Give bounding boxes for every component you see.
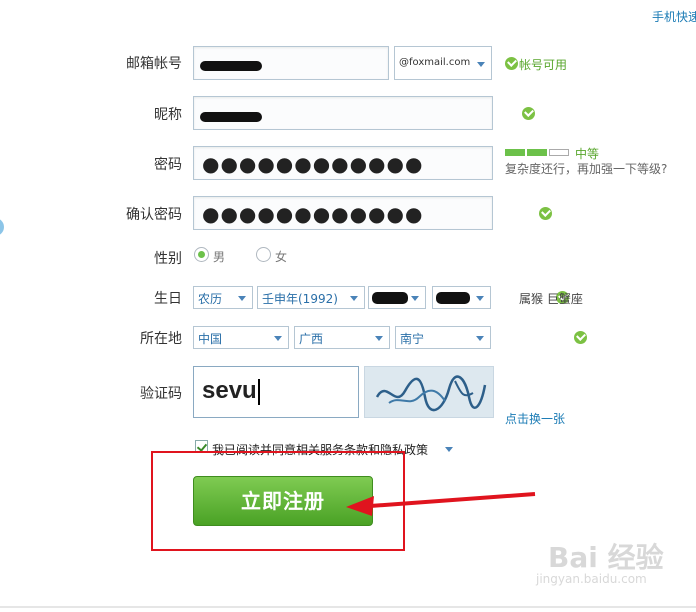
captcha-value: sevu [202, 377, 257, 404]
captcha-input[interactable]: sevu [193, 366, 359, 418]
strength-segment [527, 149, 547, 156]
calendar-type-select[interactable]: 农历 [193, 286, 253, 309]
chevron-down-icon [350, 296, 358, 301]
password-strength-hint: 复杂度还行，再加强一下等级? [505, 162, 668, 176]
birth-month-select[interactable] [368, 286, 426, 309]
redacted-email [200, 61, 262, 71]
captcha-refresh-link[interactable]: 点击换一张 [505, 410, 565, 427]
email-label: 邮箱帐号 [126, 56, 182, 72]
country-value: 中国 [198, 332, 223, 346]
chevron-down-icon[interactable] [445, 447, 453, 452]
nickname-input[interactable] [193, 96, 493, 130]
text-cursor [257, 378, 260, 405]
check-icon [539, 207, 553, 220]
confirm-password-label: 确认密码 [126, 207, 182, 223]
chevron-down-icon [238, 296, 246, 301]
captcha-label: 验证码 [140, 386, 182, 402]
birth-year-value: 壬申年(1992) [262, 292, 338, 306]
captcha-image[interactable] [364, 366, 494, 418]
city-select[interactable]: 南宁 [395, 326, 491, 349]
check-icon [573, 331, 587, 344]
strength-segment [505, 149, 525, 156]
birth-day-select[interactable] [432, 286, 491, 309]
province-value: 广西 [299, 332, 324, 346]
birth-year-select[interactable]: 壬申年(1992) [257, 286, 365, 309]
bottom-divider [0, 606, 696, 608]
check-icon [505, 57, 518, 70]
watermark-url: jingyan.baidu.com [536, 572, 647, 586]
password-strength-meter [505, 149, 569, 156]
calendar-type-value: 农历 [198, 292, 223, 306]
gender-male-label: 男 [213, 250, 226, 264]
email-available-status: 帐号可用 [519, 58, 568, 72]
nickname-label: 昵称 [154, 107, 182, 123]
chevron-down-icon [477, 62, 485, 67]
chevron-down-icon [411, 296, 419, 301]
gender-label: 性别 [154, 251, 182, 267]
email-input[interactable] [193, 46, 389, 80]
zodiac-info: 属猴 巨蟹座 [519, 292, 583, 306]
gender-male-radio[interactable] [194, 247, 209, 262]
gender-female-radio[interactable] [256, 247, 271, 262]
country-select[interactable]: 中国 [193, 326, 289, 349]
redacted-month [372, 292, 408, 304]
baidu-jingyan-watermark: Bai 经验 [548, 541, 664, 574]
chevron-down-icon [476, 336, 484, 341]
email-domain-select[interactable]: @foxmail.com [394, 46, 492, 80]
email-domain-value: @foxmail.com [399, 57, 471, 68]
confirm-password-value: ●●●●●●●●●●●● [202, 202, 424, 226]
city-value: 南宁 [400, 332, 425, 346]
redacted-nickname [200, 112, 262, 122]
gender-female-label: 女 [275, 250, 288, 264]
side-decoration [0, 218, 4, 236]
captcha-squiggle-icon [375, 375, 487, 412]
chevron-down-icon [274, 336, 282, 341]
redacted-day [436, 292, 470, 304]
strength-segment [549, 149, 569, 156]
birthday-label: 生日 [154, 291, 182, 307]
location-label: 所在地 [140, 331, 182, 347]
password-input[interactable]: ●●●●●●●●●●●● [193, 146, 493, 180]
mobile-quick-register-link[interactable]: 手机快速 [652, 8, 696, 25]
confirm-password-input[interactable]: ●●●●●●●●●●●● [193, 196, 493, 230]
password-label: 密码 [154, 157, 182, 173]
password-value: ●●●●●●●●●●●● [202, 152, 424, 176]
chevron-down-icon [476, 296, 484, 301]
province-select[interactable]: 广西 [294, 326, 390, 349]
annotation-arrow-icon [346, 492, 536, 516]
chevron-down-icon [375, 336, 383, 341]
check-icon [522, 107, 536, 120]
